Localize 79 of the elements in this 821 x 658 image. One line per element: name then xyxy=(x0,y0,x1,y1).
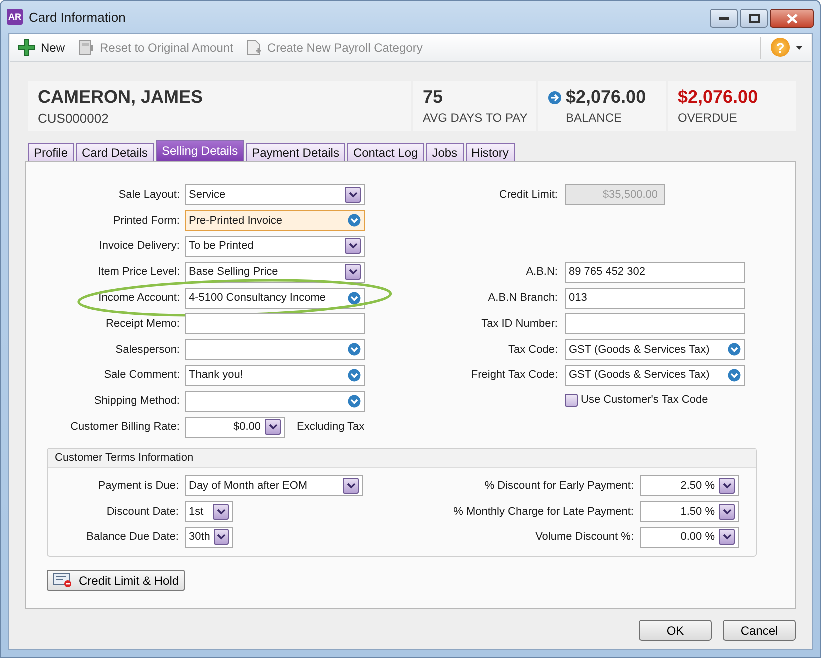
card-icon xyxy=(53,573,73,588)
field-label: Invoice Delivery: xyxy=(98,240,180,252)
dialog-button[interactable]: OK xyxy=(639,620,712,641)
close-button[interactable] xyxy=(770,9,814,28)
credit-hold-button[interactable]: Credit Limit & Hold xyxy=(47,570,186,592)
stat-label: BALANCE xyxy=(565,111,624,125)
dropdown-field[interactable]: 2.50 % xyxy=(640,475,739,496)
card-id: CUS000002 xyxy=(38,111,110,126)
field-label: Shipping Method: xyxy=(93,395,180,408)
tab[interactable]: History xyxy=(466,143,515,161)
close-icon xyxy=(786,14,798,24)
field-label: Payment is Due: xyxy=(97,480,179,492)
stat-value: $2,076.00 xyxy=(678,87,760,108)
field-label: Sale Comment: xyxy=(103,369,180,382)
dropdown-field[interactable]: Day of Month after EOM xyxy=(185,475,363,496)
tab[interactable]: Selling Details xyxy=(156,140,244,161)
dropdown-field[interactable]: Base Selling Price xyxy=(185,262,365,283)
dropdown-field[interactable]: 1.50 % xyxy=(640,501,739,522)
field-label: Discount Date: xyxy=(106,506,179,518)
stat-value: 75 xyxy=(423,87,444,108)
field-label: Volume Discount %: xyxy=(534,531,634,544)
plus-icon xyxy=(18,38,36,56)
field-label: A.B.N: xyxy=(525,266,558,278)
calculator-icon xyxy=(79,40,96,56)
arrow-right-icon[interactable] xyxy=(548,90,562,104)
tab[interactable]: Jobs xyxy=(426,143,464,161)
minimize-button[interactable] xyxy=(710,9,738,28)
lookup-field[interactable]: 4-5100 Consultancy Income xyxy=(185,288,365,309)
dropdown-field[interactable]: To be Printed xyxy=(185,236,365,257)
checkbox[interactable]: Use Customer's Tax Code xyxy=(565,388,795,412)
stat-label: OVERDUE xyxy=(678,111,738,125)
group-title: Customer Terms Information xyxy=(48,448,756,468)
tax-note: Excluding Tax xyxy=(296,421,366,434)
tab[interactable]: Card Details xyxy=(76,143,154,161)
window-title: Card Information xyxy=(29,10,127,24)
dropdown-field[interactable]: Service xyxy=(185,184,365,206)
dropdown-field[interactable]: $0.00 xyxy=(185,416,285,438)
field-label: % Monthly Charge for Late Payment: xyxy=(452,506,634,518)
stat-value: $2,076.00 xyxy=(548,87,656,108)
dialog-button[interactable]: Cancel xyxy=(723,620,796,641)
field-label: % Discount for Early Payment: xyxy=(484,480,634,492)
minimize-icon xyxy=(719,16,729,20)
lookup-field[interactable] xyxy=(185,339,365,360)
stat-label: AVG DAYS TO PAY xyxy=(423,111,526,125)
field-label: Salesperson: xyxy=(114,344,180,356)
field-label: Item Price Level: xyxy=(97,266,180,278)
field-label: Credit Limit: xyxy=(498,188,558,201)
input-field[interactable]: 013 xyxy=(565,288,745,309)
lookup-field[interactable]: GST (Goods & Services Tax) xyxy=(565,339,745,360)
field-label: Printed Form: xyxy=(112,214,180,227)
caret-icon xyxy=(796,46,803,50)
toolbar-button[interactable]: New xyxy=(18,38,66,56)
field-label: Balance Due Date: xyxy=(86,531,179,544)
tab[interactable]: Profile xyxy=(28,143,74,161)
lookup-field[interactable]: Pre-Printed Invoice xyxy=(185,210,365,232)
field-label: Income Account: xyxy=(98,292,180,304)
field-label: Sale Layout: xyxy=(118,188,180,201)
maximize-icon xyxy=(748,14,760,23)
customer-name: CAMERON, JAMES xyxy=(38,87,204,108)
lookup-field[interactable]: GST (Goods & Services Tax) xyxy=(565,364,745,386)
field-label: Tax Code: xyxy=(507,344,558,356)
lookup-field[interactable] xyxy=(185,390,365,412)
field-label: Customer Billing Rate: xyxy=(70,421,180,434)
field-label: Tax ID Number: xyxy=(480,318,558,330)
field-label: Freight Tax Code: xyxy=(470,369,558,382)
input-field[interactable] xyxy=(565,313,745,334)
lookup-field[interactable]: Thank you! xyxy=(185,364,365,386)
input-field[interactable] xyxy=(185,313,365,334)
field-label: Receipt Memo: xyxy=(105,318,180,330)
dropdown-field[interactable]: 30th xyxy=(185,526,233,548)
dropdown-field[interactable]: 0.00 % xyxy=(640,526,739,548)
input-field[interactable]: 89 765 452 302 xyxy=(565,262,745,283)
document-icon xyxy=(247,40,262,56)
maximize-button[interactable] xyxy=(740,9,768,28)
field-label: A.B.N Branch: xyxy=(487,292,558,304)
tab[interactable]: Payment Details xyxy=(246,143,346,161)
app-logo: AR xyxy=(7,9,23,25)
dropdown-field[interactable]: 1st xyxy=(185,501,233,522)
tab[interactable]: Contact Log xyxy=(347,143,424,161)
